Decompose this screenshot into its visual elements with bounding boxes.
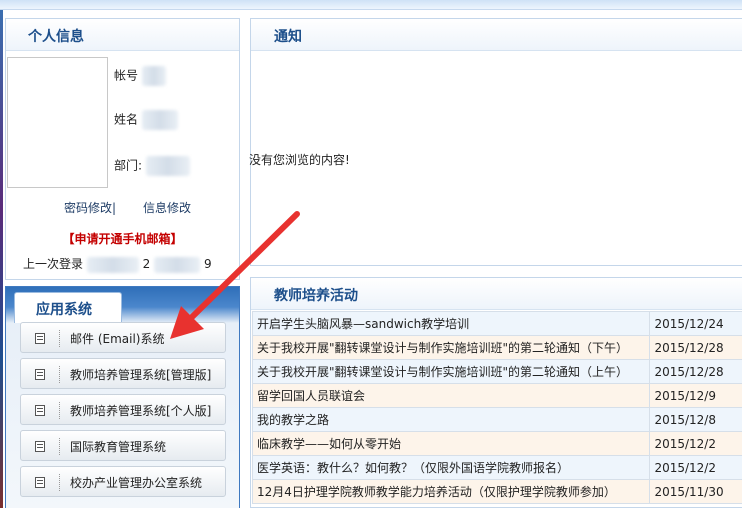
edit-info-link[interactable]: 信息修改 [143,199,191,216]
apply-mobile-mail-link[interactable]: 【申请开通手机邮箱】 [6,230,239,247]
name-value-redacted [141,110,178,130]
account-value-redacted [141,66,166,86]
personal-info-panel: 个人信息 帐号 姓名 部门: 密码修改| 信息修改 【申请开通手机邮箱】 上一次… [5,18,240,280]
name-label: 姓名 [114,112,139,127]
last-login-redacted-2 [154,256,201,273]
last-login-redacted-1 [86,256,139,273]
training-date: 2015/12/28 [649,335,742,360]
department-label: 部门: [114,158,143,173]
last-login-fragment-1: 2 [142,257,151,271]
training-title-link[interactable]: 临床教学——如何从零开始 [251,431,651,456]
training-title-link[interactable]: 我的教学之路 [251,407,651,432]
table-row: 开启学生头脑风暴—sandwich教学培训 2015/12/24 [251,311,742,336]
document-icon [35,441,45,452]
training-date: 2015/12/2 [649,455,742,480]
training-date: 2015/12/2 [649,431,742,456]
last-login-row: 上一次登录 2 9 [23,255,212,273]
training-title: 教师培养活动 [274,288,358,304]
training-title-link[interactable]: 关于我校开展"翻转课堂设计与制作实施培训班"的第二轮通知（下午） [251,335,651,360]
table-row: 医学英语：教什么？如何教？（仅限外国语学院教师报名） 2015/12/2 [251,455,742,480]
training-table: 开启学生头脑风暴—sandwich教学培训 2015/12/24 关于我校开展"翻… [251,311,742,504]
separator [59,330,60,347]
training-header: 教师培养活动 [251,278,742,310]
separator [59,402,60,419]
last-login-fragment-2: 9 [203,257,212,271]
training-title-link[interactable]: 开启学生头脑风暴—sandwich教学培训 [251,311,651,336]
training-panel: 教师培养活动 开启学生头脑风暴—sandwich教学培训 2015/12/24 关… [250,277,742,508]
training-title-link[interactable]: 关于我校开展"翻转课堂设计与制作实施培训班"的第二轮通知（上午） [251,359,651,384]
separator [59,438,60,455]
app-label: 校办产业管理办公室系统 [70,476,203,490]
personal-info-title: 个人信息 [28,29,84,45]
app-label: 教师培养管理系统[管理版] [70,368,212,382]
window-left-edge [0,10,3,508]
table-row: 留学回国人员联谊会 2015/12/9 [251,383,742,408]
apps-tab-label: 应用系统 [36,302,92,318]
app-teacher-admin-button[interactable]: 教师培养管理系统[管理版] [20,358,226,389]
app-school-industry-button[interactable]: 校办产业管理办公室系统 [20,466,226,497]
training-title-link[interactable]: 医学英语：教什么？如何教？（仅限外国语学院教师报名） [251,455,651,480]
apps-panel: 应用系统 邮件 (Email)系统 教师培养管理系统[管理版] 教师培养管理系统… [5,286,240,508]
training-title-link[interactable]: 留学回国人员联谊会 [251,383,651,408]
app-international-edu-button[interactable]: 国际教育管理系统 [20,430,226,461]
training-date: 2015/12/9 [649,383,742,408]
last-login-label: 上一次登录 [23,257,84,271]
notice-header: 通知 [251,19,742,51]
separator [59,474,60,491]
table-row: 12月4日护理学院教师教学能力培养活动（仅限护理学院教师参加） 2015/11/3… [251,479,742,504]
table-row: 我的教学之路 2015/12/8 [251,407,742,432]
change-password-link[interactable]: 密码修改| [64,199,116,216]
app-label: 教师培养管理系统[个人版] [70,404,212,418]
app-teacher-personal-button[interactable]: 教师培养管理系统[个人版] [20,394,226,425]
training-date: 2015/12/8 [649,407,742,432]
name-row: 姓名 [114,110,178,130]
app-email-button[interactable]: 邮件 (Email)系统 [20,322,226,353]
notice-empty-message: 没有您浏览的内容! [249,153,350,167]
personal-info-header: 个人信息 [6,19,239,51]
training-title-link[interactable]: 12月4日护理学院教师教学能力培养活动（仅限护理学院教师参加） [251,479,651,504]
separator [59,366,60,383]
training-date: 2015/11/30 [649,479,742,504]
account-row: 帐号 [114,66,166,86]
document-icon [35,333,45,344]
training-date: 2015/12/24 [649,311,742,336]
department-row: 部门: [114,156,190,176]
avatar-photo [7,57,108,188]
notice-title: 通知 [274,29,302,45]
document-icon [35,477,45,488]
app-label: 邮件 (Email)系统 [70,332,165,346]
document-icon [35,369,45,380]
notice-panel: 通知 没有您浏览的内容! [249,18,742,266]
account-label: 帐号 [114,68,139,83]
table-row: 临床教学——如何从零开始 2015/12/2 [251,431,742,456]
document-icon [35,405,45,416]
department-value-redacted [145,156,190,176]
table-row: 关于我校开展"翻转课堂设计与制作实施培训班"的第二轮通知（上午） 2015/12/… [251,359,742,384]
app-label: 国际教育管理系统 [70,440,167,454]
top-strip [0,0,742,10]
training-date: 2015/12/28 [649,359,742,384]
table-row: 关于我校开展"翻转课堂设计与制作实施培训班"的第二轮通知（下午） 2015/12/… [251,335,742,360]
apps-tab[interactable]: 应用系统 [14,292,122,323]
